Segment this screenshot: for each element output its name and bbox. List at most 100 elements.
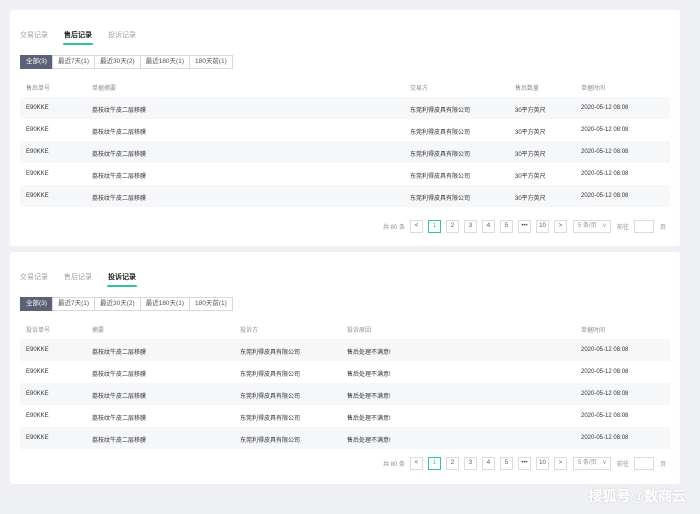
table-cell: 售后处理不满意! — [347, 350, 391, 356]
table-cell: 荔枝纹牛皮二层移膜 — [92, 350, 147, 356]
column-header: 单据摘要 — [92, 86, 117, 92]
page-button[interactable]: 10 — [535, 220, 549, 233]
page-button[interactable]: 1 — [427, 220, 441, 233]
column-header: 交易方 — [410, 86, 429, 92]
page-size-value: 5 条/页 — [577, 223, 597, 229]
table-row[interactable]: E90KKE 荔枝纹牛皮二层移膜 东莞利得皮具有限公司 售后处理不满意! 2020-05… — [20, 339, 670, 361]
table-cell: 东莞利得皮具有限公司 — [410, 196, 471, 202]
filter-last-7-days[interactable]: 最近7天(1) — [51, 297, 96, 311]
page-size-value: 5 条/页 — [577, 460, 597, 466]
table-cell: E90KKE — [26, 105, 49, 111]
prev-page-button[interactable]: < — [409, 220, 423, 233]
column-header: 摘要 — [92, 328, 105, 334]
table-cell: 荔枝纹牛皮二层移膜 — [92, 130, 147, 136]
goto-unit: 页 — [659, 225, 666, 231]
filter-last-7-days[interactable]: 最近7天(1) — [51, 55, 96, 69]
page-size-select[interactable]: 5 条/页 v — [572, 220, 611, 233]
page-button[interactable]: 3 — [463, 220, 477, 233]
table-row[interactable]: E90KKE 荔枝纹牛皮二层移膜 东莞利得皮具有限公司 售后处理不满意! 2020-05… — [20, 427, 670, 449]
goto-page-input[interactable] — [633, 220, 654, 233]
table-cell: 荔枝纹牛皮二层移膜 — [92, 394, 147, 400]
table-cell: 东莞利得皮具有限公司 — [240, 438, 301, 444]
page-button[interactable]: 1 — [427, 457, 441, 470]
table-cell: 2020-05-12 08:08 — [581, 127, 629, 133]
record-tabs: 交易记录 售后记录 投诉记录 — [20, 30, 152, 45]
prev-page-button[interactable]: < — [409, 457, 423, 470]
table-row[interactable]: E90KKE 荔枝纹牛皮二层移膜 东莞利得皮具有限公司 30平方英尺 2020-05-1… — [20, 185, 670, 207]
table-cell: 2020-05-12 08:08 — [581, 391, 629, 397]
filter-all[interactable]: 全部(3) — [20, 297, 53, 311]
table-cell: E90KKE — [26, 149, 49, 155]
table-body: E90KKE 荔枝纹牛皮二层移膜 东莞利得皮具有限公司 30平方英尺 2020-05-1… — [20, 97, 670, 207]
table-cell: 荔枝纹牛皮二层移膜 — [92, 152, 147, 158]
table-cell: 30平方英尺 — [515, 196, 546, 202]
table-cell: 2020-05-12 08:08 — [581, 149, 629, 155]
page-button[interactable]: 2 — [445, 220, 459, 233]
tab-after-sales-records[interactable]: 售后记录 — [64, 272, 92, 287]
page-size-select[interactable]: 5 条/页 v — [572, 457, 611, 470]
table-row[interactable]: E90KKE 荔枝纹牛皮二层移膜 东莞利得皮具有限公司 售后处理不满意! 2020-05… — [20, 383, 670, 405]
filter-last-180-days[interactable]: 最近180天(1) — [139, 55, 190, 69]
next-page-button[interactable]: > — [553, 457, 567, 470]
page-button[interactable]: 2 — [445, 457, 459, 470]
record-tabs: 交易记录 售后记录 投诉记录 — [20, 272, 152, 287]
column-header: 投诉原因 — [347, 328, 372, 334]
table-header: 售后单号 单据摘要 交易方 售后数量 单据时间 — [20, 83, 670, 97]
table-row[interactable]: E90KKE 荔枝纹牛皮二层移膜 东莞利得皮具有限公司 售后处理不满意! 2020-05… — [20, 405, 670, 427]
table-row[interactable]: E90KKE 荔枝纹牛皮二层移膜 东莞利得皮具有限公司 30平方英尺 2020-05-1… — [20, 97, 670, 119]
table-row[interactable]: E90KKE 荔枝纹牛皮二层移膜 东莞利得皮具有限公司 售后处理不满意! 2020-05… — [20, 361, 670, 383]
page-button[interactable]: 5 — [499, 457, 513, 470]
filter-before-180-days[interactable]: 180天前(1) — [189, 55, 233, 69]
table-cell: 东莞利得皮具有限公司 — [410, 130, 471, 136]
table-row[interactable]: E90KKE 荔枝纹牛皮二层移膜 东莞利得皮具有限公司 30平方英尺 2020-05-1… — [20, 119, 670, 141]
page-button[interactable]: 4 — [481, 457, 495, 470]
table-cell: 东莞利得皮具有限公司 — [240, 416, 301, 422]
goto-page-input[interactable] — [633, 457, 654, 470]
chevron-down-icon: v — [602, 460, 606, 466]
table-header: 投诉单号 摘要 投诉方 投诉原因 单据时间 — [20, 325, 670, 339]
after-sales-records-card: 交易记录 售后记录 投诉记录 全部(3) 最近7天(1) 最近30天(2) 最近… — [10, 10, 680, 246]
table-cell: 售后处理不满意! — [347, 372, 391, 378]
more-pages-button[interactable]: ••• — [517, 220, 531, 233]
table-cell: E90KKE — [26, 193, 49, 199]
goto-label: 前往 — [616, 225, 629, 231]
table-row[interactable]: E90KKE 荔枝纹牛皮二层移膜 东莞利得皮具有限公司 30平方英尺 2020-05-1… — [20, 163, 670, 185]
filter-before-180-days[interactable]: 180天前(1) — [189, 297, 233, 311]
table-body: E90KKE 荔枝纹牛皮二层移膜 东莞利得皮具有限公司 售后处理不满意! 2020-05… — [20, 339, 670, 449]
table-cell: 售后处理不满意! — [347, 416, 391, 422]
page-button[interactable]: 10 — [535, 457, 549, 470]
column-header: 单据时间 — [581, 86, 606, 92]
table-row[interactable]: E90KKE 荔枝纹牛皮二层移膜 东莞利得皮具有限公司 30平方英尺 2020-05-1… — [20, 141, 670, 163]
tab-complaint-records[interactable]: 投诉记录 — [107, 272, 137, 287]
column-header: 单据时间 — [581, 328, 606, 334]
table-cell: 售后处理不满意! — [347, 438, 391, 444]
filter-last-30-days[interactable]: 最近30天(2) — [94, 297, 141, 311]
pagination: 共 80 条 < 1 2 3 4 5 ••• 10 > 5 条/页 v 前往 页 — [383, 457, 666, 470]
table-cell: 30平方英尺 — [515, 152, 546, 158]
total-count: 共 80 条 — [382, 462, 405, 468]
table-cell: 2020-05-12 08:08 — [581, 435, 629, 441]
table-cell: 2020-05-12 08:08 — [581, 171, 629, 177]
page-button[interactable]: 3 — [463, 457, 477, 470]
column-header: 售后单号 — [26, 86, 51, 92]
tab-complaint-records[interactable]: 投诉记录 — [108, 30, 136, 45]
filter-last-30-days[interactable]: 最近30天(2) — [94, 55, 141, 69]
table-cell: 2020-05-12 08:08 — [581, 193, 629, 199]
filter-all[interactable]: 全部(3) — [20, 55, 53, 69]
time-filter-group: 全部(3) 最近7天(1) 最近30天(2) 最近180天(1) 180天前(1… — [20, 55, 233, 69]
tab-transaction-records[interactable]: 交易记录 — [20, 30, 48, 45]
page-button[interactable]: 4 — [481, 220, 495, 233]
table-cell: E90KKE — [26, 171, 49, 177]
table-cell: 2020-05-12 08:08 — [581, 413, 629, 419]
tab-transaction-records[interactable]: 交易记录 — [20, 272, 48, 287]
table-cell: 荔枝纹牛皮二层移膜 — [92, 108, 147, 114]
page-button[interactable]: 5 — [499, 220, 513, 233]
filter-last-180-days[interactable]: 最近180天(1) — [139, 297, 190, 311]
source-watermark-footer: 搜狐号@数商云 — [588, 486, 686, 506]
column-header: 投诉方 — [240, 328, 259, 334]
more-pages-button[interactable]: ••• — [517, 457, 531, 470]
tab-after-sales-records[interactable]: 售后记录 — [63, 30, 93, 45]
table-cell: E90KKE — [26, 413, 49, 419]
next-page-button[interactable]: > — [553, 220, 567, 233]
table-cell: E90KKE — [26, 435, 49, 441]
